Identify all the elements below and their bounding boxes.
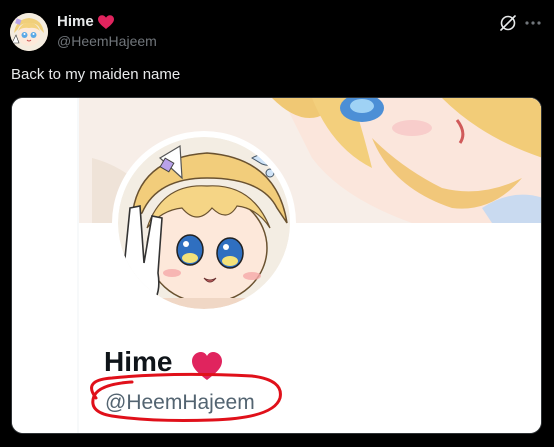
- profile-screenshot-art: [12, 98, 541, 433]
- author-handle[interactable]: @HeemHajeem: [57, 33, 157, 49]
- post-media-image[interactable]: Hime @HeemHajeem: [11, 97, 542, 434]
- author-name[interactable]: Hime: [57, 13, 114, 31]
- grok-icon[interactable]: [497, 12, 519, 34]
- post-text: Back to my maiden name: [11, 66, 181, 83]
- red-heart-icon: [97, 14, 114, 29]
- author-avatar[interactable]: [10, 13, 48, 51]
- author-name-text[interactable]: Hime: [57, 13, 94, 31]
- tweet-post: Hime @HeemHajeem Back to my maiden name: [0, 0, 554, 447]
- profile-name: Hime: [104, 346, 173, 377]
- profile-handle: @HeemHajeem: [105, 391, 255, 414]
- more-dots-icon[interactable]: [522, 12, 544, 34]
